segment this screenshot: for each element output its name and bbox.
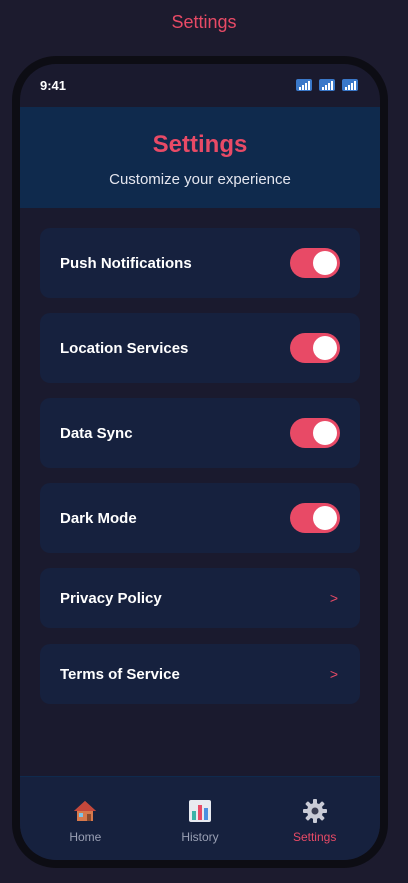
- bottom-nav: Home History Settings: [20, 776, 380, 860]
- status-time: 9:41: [40, 77, 67, 93]
- setting-label: Data Sync: [60, 424, 133, 442]
- push-notifications-toggle[interactable]: [290, 248, 340, 278]
- nav-label: History: [181, 830, 219, 844]
- nav-item-home[interactable]: Home: [35, 777, 135, 860]
- toggle-knob: [313, 336, 337, 360]
- link-label: Terms of Service: [60, 665, 180, 683]
- terms-of-service-link[interactable]: Terms of Service >: [40, 644, 360, 704]
- status-bar: 9:41: [20, 64, 380, 106]
- chevron-right-icon: >: [329, 590, 338, 606]
- status-icons: [296, 79, 358, 91]
- page-title: Settings: [171, 12, 237, 32]
- nav-item-history[interactable]: History: [150, 777, 250, 860]
- privacy-policy-link[interactable]: Privacy Policy >: [40, 568, 360, 628]
- header-subtitle: Customize your experience: [109, 171, 291, 188]
- gear-icon: [302, 799, 327, 823]
- setting-data-sync: Data Sync: [40, 398, 360, 468]
- nav-label: Settings: [292, 830, 337, 844]
- setting-label: Push Notifications: [60, 254, 192, 272]
- settings-header: Settings Customize your experience: [20, 107, 380, 208]
- link-label: Privacy Policy: [60, 589, 162, 607]
- app-screen: 9:41 Settings Customize your experience …: [20, 64, 380, 860]
- setting-dark-mode: Dark Mode: [40, 483, 360, 553]
- nav-item-settings[interactable]: Settings: [265, 777, 365, 860]
- signal-icon: [296, 79, 312, 91]
- nav-label: Home: [69, 830, 102, 844]
- setting-label: Dark Mode: [60, 509, 137, 527]
- wifi-icon: [319, 79, 335, 91]
- toggle-knob: [313, 421, 337, 445]
- home-icon: [74, 801, 97, 821]
- setting-label: Location Services: [60, 339, 189, 357]
- battery-icon: [342, 79, 358, 91]
- data-sync-toggle[interactable]: [290, 418, 340, 448]
- header-title: Settings: [152, 131, 248, 158]
- phone-frame: 9:41 Settings Customize your experience …: [12, 56, 388, 868]
- setting-push-notifications: Push Notifications: [40, 228, 360, 298]
- location-services-toggle[interactable]: [290, 333, 340, 363]
- toggle-knob: [313, 251, 337, 275]
- dark-mode-toggle[interactable]: [290, 503, 340, 533]
- history-icon: [188, 800, 211, 822]
- toggle-knob: [313, 506, 337, 530]
- setting-location-services: Location Services: [40, 313, 360, 383]
- chevron-right-icon: >: [329, 666, 338, 682]
